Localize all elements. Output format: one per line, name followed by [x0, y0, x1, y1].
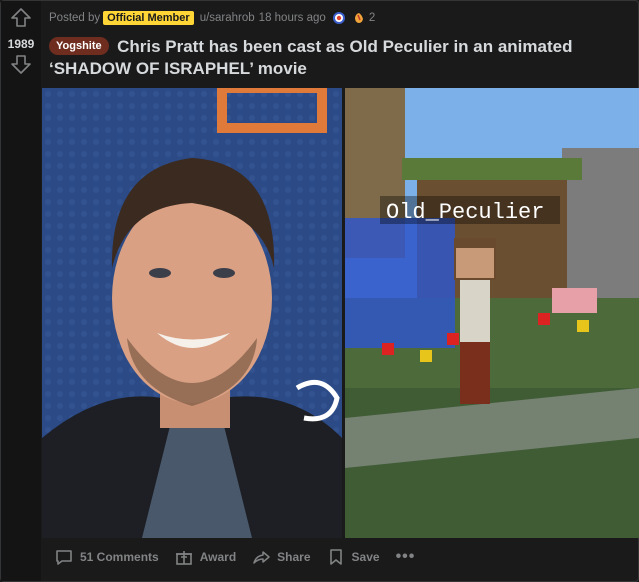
award-count: 2: [368, 12, 376, 24]
right-game-scene: Old_Peculier: [345, 88, 639, 538]
award-label: Award: [199, 550, 237, 564]
post-time[interactable]: 18 hours ago: [259, 12, 326, 24]
bookmark-icon: [329, 549, 342, 565]
save-button[interactable]: Save: [321, 542, 390, 572]
comments-button[interactable]: 51 Comments: [49, 542, 169, 572]
vote-column: 1989: [1, 1, 41, 581]
post-title[interactable]: Chris Pratt has been cast as Old Peculie…: [49, 37, 572, 78]
posted-by-label: Posted by: [49, 12, 101, 24]
user-flair-badge: Official Member: [103, 11, 194, 25]
post-actions: 51 Comments Award Share Save •••: [49, 542, 421, 572]
upvote-icon[interactable]: [10, 7, 32, 29]
share-button[interactable]: Share: [246, 542, 320, 572]
author-link[interactable]: u/sarahrob: [200, 12, 255, 24]
award-icon[interactable]: [352, 11, 366, 25]
downvote-icon[interactable]: [10, 53, 32, 75]
post-image[interactable]: Old_Peculier: [42, 88, 639, 538]
post-title-row[interactable]: Yogshite Chris Pratt has been cast as Ol…: [49, 36, 629, 80]
more-options-button[interactable]: •••: [390, 548, 422, 566]
comments-label: 51 Comments: [80, 550, 159, 564]
award-icon[interactable]: [332, 11, 346, 25]
gift-icon: [175, 551, 192, 565]
post-card[interactable]: 1989 Posted by Official Member u/sarahro…: [0, 0, 639, 582]
comment-icon: [56, 550, 72, 565]
game-nametag: Old_Peculier: [386, 200, 544, 225]
share-label: Share: [277, 550, 311, 564]
vote-score: 1989: [7, 37, 35, 51]
save-label: Save: [351, 550, 380, 564]
share-icon: [253, 551, 270, 564]
left-photo: [42, 88, 342, 538]
post-meta: Posted by Official Member u/sarahrob 18 …: [49, 10, 375, 26]
award-button[interactable]: Award: [169, 542, 246, 572]
post-flair[interactable]: Yogshite: [49, 37, 109, 55]
